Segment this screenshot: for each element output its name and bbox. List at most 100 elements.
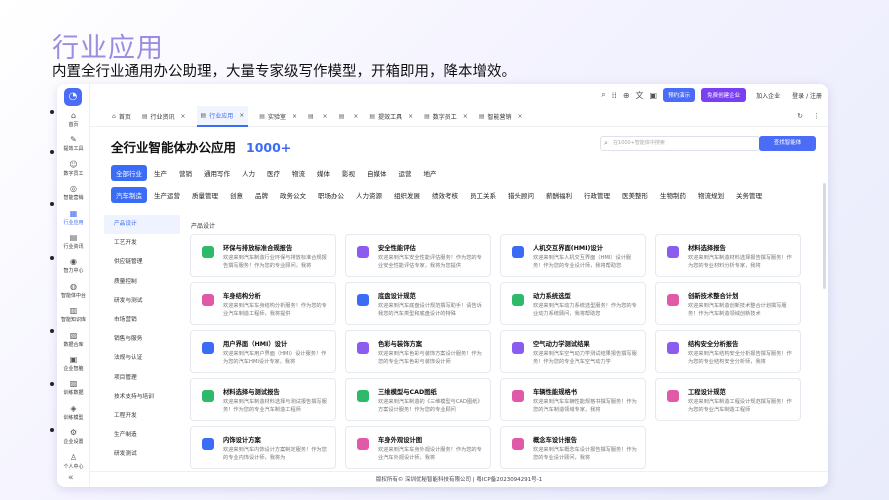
subcategory-chip[interactable]: 绩效考核	[427, 187, 463, 203]
collapse-sidebar-icon[interactable]: «	[68, 473, 74, 483]
agent-card[interactable]: 材料选择报告 欢迎来到汽车制造材料选择报告撰写服务！作为您的专业材料分析专家，我将	[655, 234, 801, 277]
industry-chip[interactable]: 地产	[419, 165, 442, 181]
industry-chip[interactable]: 医疗	[262, 165, 285, 181]
sidebar-item[interactable]: ▣ 企业智脑	[57, 355, 90, 372]
industry-chip[interactable]: 影视	[337, 165, 360, 181]
close-icon[interactable]: ×	[323, 113, 328, 120]
agent-card[interactable]: 车辆性能规格书 欢迎来到汽车车辆性能规格书撰写服务！作为您的汽车制造领域专家，我将	[500, 378, 646, 421]
subcategory-chip[interactable]: 关务管理	[731, 187, 767, 203]
sidebar-item[interactable]: ▨ 训练数据	[57, 379, 90, 396]
agent-card[interactable]: 动力系统选型 欢迎来到汽车动力系统选型服务！作为您的专业动力系统顾问，我将帮助您	[500, 282, 646, 325]
sidebar-item[interactable]: ✎ 提效工具	[57, 135, 90, 152]
refresh-icon[interactable]: ↻	[797, 112, 803, 120]
translate-icon[interactable]: 文	[636, 90, 644, 101]
tab[interactable]: ▤ ×	[339, 106, 359, 127]
agent-card[interactable]: 底盘设计规范 欢迎来到汽车底盘设计规范撰写助手！请告诉我您的汽车类型和底盘设计的特…	[345, 282, 491, 325]
industry-chip[interactable]: 物流	[287, 165, 310, 181]
category-item[interactable]: 研发测试	[104, 445, 180, 464]
agent-card[interactable]: 车身结构分析 欢迎来到汽车车身结构分析服务！作为您的专业汽车制造工程师，我将提供	[190, 282, 336, 325]
category-item[interactable]: 供应链管理	[104, 253, 180, 272]
agent-card[interactable]: 创新技术整合计划 欢迎来到汽车制造创新技术整合计划撰写服务！作为汽车制造领域创新技…	[655, 282, 801, 325]
agent-card[interactable]: 材料选择与测试报告 欢迎来到汽车制造材料选择与测试报告撰写服务！作为您的专业汽车制…	[190, 378, 336, 421]
agent-card[interactable]: 概念车设计报告 欢迎来到汽车概念车设计报告撰写服务！作为您的专业设计顾问，我将	[500, 426, 646, 469]
industry-chip[interactable]: 通用写作	[199, 165, 235, 181]
logo-icon[interactable]: ◔	[64, 88, 82, 106]
layout-icon[interactable]: ▣	[650, 91, 658, 100]
agent-card[interactable]: 三维模型与CAD图纸 欢迎来到汽车制造的《三维模型与CAD图纸》方案设计服务！作为…	[345, 378, 491, 421]
agent-card[interactable]: 人机交互界面(HMI)设计 欢迎来到汽车人机交互界面（HMI）设计服务！作为您的专…	[500, 234, 646, 277]
industry-chip[interactable]: 生产	[149, 165, 172, 181]
search-icon[interactable]: ⌕	[601, 90, 605, 100]
login-register-link[interactable]: 登录 / 注册	[792, 91, 822, 100]
category-item[interactable]: 质量控制	[104, 273, 180, 292]
subcategory-chip[interactable]: 创意	[225, 187, 248, 203]
sidebar-item[interactable]: ⌂ 首页	[57, 111, 90, 128]
subcategory-chip[interactable]: 医美整形	[617, 187, 653, 203]
subcategory-chip[interactable]: 物流规划	[693, 187, 729, 203]
subcategory-chip[interactable]: 员工关系	[465, 187, 501, 203]
subcategory-chip[interactable]: 职场办公	[313, 187, 349, 203]
close-icon[interactable]: ×	[181, 113, 186, 120]
industry-chip[interactable]: 全部行业	[111, 165, 147, 181]
category-item[interactable]: 生产制造	[104, 426, 180, 445]
join-enterprise-link[interactable]: 加入企业	[756, 91, 780, 100]
sidebar-item[interactable]: ▦ 行业应用	[57, 209, 90, 226]
close-icon[interactable]: ×	[292, 113, 297, 120]
close-icon[interactable]: ×	[408, 113, 413, 120]
sidebar-item[interactable]: ▧ 数据合库	[57, 331, 90, 348]
tab[interactable]: ⌂ 首页	[112, 106, 131, 127]
sidebar-item[interactable]: ◉ 智力中心	[57, 257, 90, 274]
category-item[interactable]: 研发与测试	[104, 292, 180, 311]
sidebar-item[interactable]: ◍ 智能体中台	[57, 282, 90, 299]
subcategory-chip[interactable]: 薪酬福利	[541, 187, 577, 203]
agent-card[interactable]: 内饰设计方案 欢迎来到汽车内饰设计方案制定服务！作为您的专业内饰设计师，我将为	[190, 426, 336, 469]
tab[interactable]: ▤ 智能营销 ×	[479, 106, 523, 127]
close-icon[interactable]: ×	[518, 113, 523, 120]
industry-chip[interactable]: 人力	[237, 165, 260, 181]
subcategory-chip[interactable]: 组织发展	[389, 187, 425, 203]
agent-card[interactable]: 车身外观设计图 欢迎来到汽车车身外观设计服务！作为您的专业汽车外观设计师，我将	[345, 426, 491, 469]
industry-chip[interactable]: 营销	[174, 165, 197, 181]
category-item[interactable]: 工艺开发	[104, 234, 180, 253]
book-demo-button[interactable]: 预约演示	[663, 88, 696, 102]
scrollbar[interactable]	[823, 183, 826, 289]
agent-card[interactable]: 安全性能评估 欢迎来到汽车安全性能评估服务！作为您的专业安全性能评估专家，我将为您…	[345, 234, 491, 277]
category-item[interactable]: 产品设计	[104, 215, 180, 235]
find-agent-button[interactable]: 查找智能体	[759, 136, 816, 151]
close-icon[interactable]: ×	[353, 113, 358, 120]
sidebar-item[interactable]: ▤ 行业资讯	[57, 233, 90, 250]
tab[interactable]: ▤ 提效工具 ×	[369, 106, 413, 127]
search-input[interactable]: ⌕ 在1000+智能体中搜索	[600, 136, 760, 151]
subcategory-chip[interactable]: 猎头顾问	[503, 187, 539, 203]
category-item[interactable]: 工程开发	[104, 407, 180, 426]
more-icon[interactable]: ⋮	[813, 112, 820, 120]
industry-chip[interactable]: 自媒体	[362, 165, 392, 181]
sidebar-item[interactable]: ▥ 智能知识库	[57, 306, 90, 323]
tab[interactable]: ▤ 行业资讯 ×	[142, 106, 186, 127]
subcategory-chip[interactable]: 政务公文	[275, 187, 311, 203]
agent-card[interactable]: 用户界面（HMI）设计 欢迎来到汽车用户界面（HMI）设计服务！作为您的汽车HMI…	[190, 330, 336, 373]
subcategory-chip[interactable]: 行政管理	[579, 187, 615, 203]
subcategory-chip[interactable]: 汽车制造	[111, 187, 147, 203]
subcategory-chip[interactable]: 生产运营	[149, 187, 185, 203]
subcategory-chip[interactable]: 质量管理	[187, 187, 223, 203]
close-icon[interactable]: ×	[463, 113, 468, 120]
category-item[interactable]: 市场营销	[104, 311, 180, 330]
category-item[interactable]: 技术支持与培训	[104, 388, 180, 407]
create-enterprise-button[interactable]: 免费创建企业	[701, 88, 747, 102]
subcategory-chip[interactable]: 品牌	[250, 187, 273, 203]
sidebar-item[interactable]: ♙ 个人中心	[57, 453, 90, 470]
agent-card[interactable]: 工程设计规范 欢迎来到汽车制造工程设计规范撰写服务！作为您的专业汽车制造工程师	[655, 378, 801, 421]
agent-card[interactable]: 色彩与装饰方案 欢迎来到汽车色彩与装饰方案设计服务！作为您的专业汽车色彩与装饰设计…	[345, 330, 491, 373]
sidebar-item[interactable]: ◈ 训练模型	[57, 404, 90, 421]
tab[interactable]: ▤ 实验室 ×	[259, 106, 297, 127]
close-icon[interactable]: ×	[239, 112, 244, 119]
agent-card[interactable]: 空气动力学测试结果 欢迎来到汽车空气动力学测试结果报告撰写服务！作为您的专业汽车空…	[500, 330, 646, 373]
grid-menu-icon[interactable]: ⁞⁞	[612, 91, 617, 100]
industry-chip[interactable]: 运营	[394, 165, 417, 181]
subcategory-chip[interactable]: 生物制药	[655, 187, 691, 203]
globe-icon[interactable]: ⊕	[623, 91, 630, 100]
category-item[interactable]: 项目管理	[104, 369, 180, 388]
agent-card[interactable]: 结构安全分析报告 欢迎来到汽车结构安全分析报告撰写服务！作为您的专业结构安全分析师…	[655, 330, 801, 373]
industry-chip[interactable]: 媒体	[312, 165, 335, 181]
